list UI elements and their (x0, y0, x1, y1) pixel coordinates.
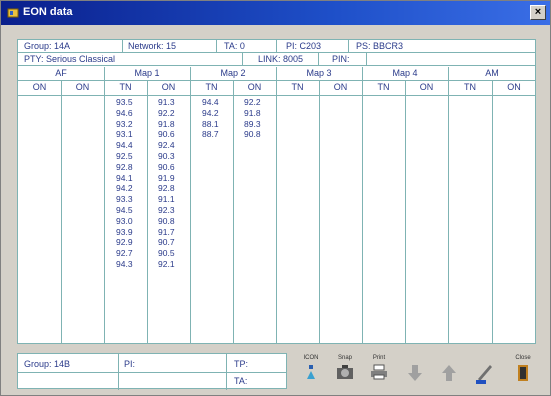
app-icon (7, 8, 19, 18)
subheader-map4-tn: TN (377, 82, 390, 92)
snap-button[interactable]: Snap (331, 355, 359, 387)
close-button[interactable]: Close (509, 355, 537, 387)
toolbar: ICON Snap Print Close (291, 351, 549, 391)
subheader-af-on-2: ON (75, 82, 90, 92)
pty-value: PTY: Serious Classical (24, 54, 116, 64)
ps-value: PS: BBCR3 (356, 41, 404, 51)
subheader-map1-on: ON (161, 82, 176, 92)
bottom-info-panel: Group: 14B PI: TP: TA: (17, 353, 287, 390)
window-close-button[interactable]: × (530, 5, 546, 20)
bottom-group-value: Group: 14B (24, 359, 71, 369)
icon-tool-icon (307, 365, 315, 379)
camera-icon (337, 365, 353, 379)
arrow-up-icon (442, 365, 456, 381)
arrow-down-button[interactable] (401, 355, 429, 387)
map1-tn-list: 93.5 94.6 93.2 93.1 94.4 92.5 92.8 94.1 … (116, 97, 133, 269)
title-bar[interactable]: EON data × (1, 1, 550, 25)
ta-value: TA: 0 (224, 41, 245, 51)
map2-tn-list: 94.4 94.2 88.1 88.7 (202, 97, 219, 140)
bottom-pi-value: PI: (124, 359, 136, 369)
snap-button-label: Snap (337, 355, 352, 361)
header-map4: Map 4 (392, 68, 418, 78)
pi-value: PI: C203 (286, 41, 322, 51)
subheader-map1-tn: TN (119, 82, 132, 92)
edit-button[interactable] (471, 355, 499, 387)
eon-info-panel: Group: 14A Network: 15 TA: 0 PI: C203 PS… (17, 39, 536, 344)
subheader-map3-tn: TN (291, 82, 304, 92)
bottom-ta-value: TA: (234, 376, 248, 386)
info-row-2: PTY: Serious Classical LINK: 8005 PIN: (18, 53, 535, 66)
printer-icon (371, 364, 387, 380)
map2-on-list: 92.2 91.8 89.3 90.8 (244, 97, 261, 140)
header-am: AM (485, 68, 499, 78)
header-map1: Map 1 (134, 68, 160, 78)
door-exit-icon (518, 365, 528, 381)
window-title: EON data (23, 6, 73, 18)
subheader-map2-on: ON (247, 82, 262, 92)
link-value: LINK: 8005 (258, 54, 304, 64)
eon-data-window: EON data × Group: 14A Network: 15 TA: 0 … (0, 0, 551, 396)
subheader-map3-on: ON (333, 82, 348, 92)
network-value: Network: 15 (128, 41, 177, 51)
arrow-down-icon (408, 365, 422, 381)
icon-button[interactable]: ICON (297, 355, 325, 387)
group-value: Group: 14A (24, 41, 71, 51)
header-map2: Map 2 (220, 68, 246, 78)
subheader-am-tn: TN (464, 82, 476, 92)
print-button-label: Print (372, 355, 386, 361)
pen-icon (476, 365, 492, 384)
header-af: AF (55, 68, 67, 78)
icon-button-label: ICON (303, 355, 319, 361)
bottom-tp-value: TP: (234, 359, 249, 369)
close-button-label: Close (515, 355, 531, 361)
info-row-1: Group: 14A Network: 15 TA: 0 PI: C203 PS… (18, 40, 535, 53)
subheader-map2-tn: TN (205, 82, 218, 92)
header-map3: Map 3 (306, 68, 332, 78)
print-button[interactable]: Print (365, 355, 393, 387)
map1-on-list: 91.3 92.2 91.8 90.6 92.4 90.3 90.6 91.9 … (158, 97, 175, 269)
subheader-map4-on: ON (419, 82, 434, 92)
arrow-up-button[interactable] (435, 355, 463, 387)
subheader-af-on-1: ON (32, 82, 47, 92)
subheader-am-on: ON (507, 82, 521, 92)
